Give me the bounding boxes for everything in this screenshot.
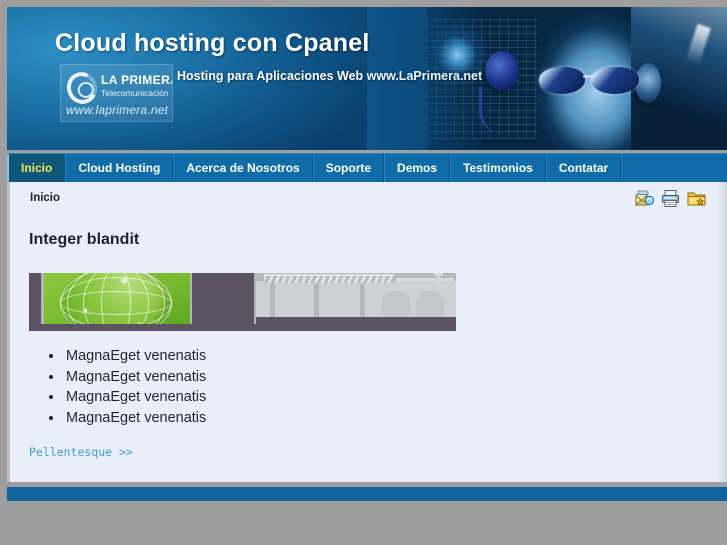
- nav-filler: [621, 154, 727, 182]
- nav-label: Inicio: [21, 161, 53, 175]
- industrial-column: [360, 283, 365, 317]
- banner-mid-panel: [192, 273, 254, 324]
- bookmark-folder-icon[interactable]: [686, 188, 707, 209]
- print-icon[interactable]: [660, 188, 681, 209]
- page-root: Cloud hosting con Cpanel Hosting para Ap…: [0, 0, 727, 545]
- read-more-link[interactable]: Pellentesque >>: [29, 445, 133, 459]
- globe-node: [122, 279, 126, 283]
- nav-item-contatar[interactable]: Contatar: [545, 154, 622, 182]
- nav-label: Demos: [397, 161, 438, 175]
- headset-left-icon: [485, 51, 519, 91]
- list-item: MagnaEget venenatis: [64, 346, 206, 367]
- industrial-tank: [416, 291, 444, 317]
- banner-bottom-bar: [29, 324, 456, 331]
- header-tagline: Hosting para Aplicaciones Web www.LaPrim…: [177, 69, 482, 83]
- banner-left-stripe: [29, 273, 41, 324]
- nav-item-inicio[interactable]: Inicio: [7, 154, 66, 182]
- industrial-rail: [396, 278, 454, 281]
- nav-item-demos[interactable]: Demos: [384, 154, 451, 182]
- industrial-tank: [382, 291, 410, 317]
- sunglasses-icon: [539, 65, 647, 99]
- nav-item-acerca-de-nosotros[interactable]: Acerca de Nosotros: [173, 154, 313, 182]
- list-item: MagnaEget venenatis: [64, 387, 206, 408]
- email-icon[interactable]: [634, 188, 655, 209]
- nav-label: Acerca de Nosotros: [186, 161, 300, 175]
- tagline-prefix: Hosting para Aplicaciones Web: [177, 69, 367, 83]
- industrial-base: [256, 317, 456, 324]
- lens-left: [539, 67, 585, 94]
- nav-label: Cloud Hosting: [78, 161, 161, 175]
- breadcrumb-bar: Inicio: [10, 182, 727, 216]
- industrial-column: [270, 283, 275, 317]
- nav-label: Contatar: [558, 161, 609, 175]
- header-title: Cloud hosting con Cpanel: [55, 29, 370, 57]
- nav-label: Soporte: [325, 161, 372, 175]
- nav-label: Testimonios: [463, 161, 533, 175]
- industrial-column: [314, 283, 319, 317]
- nav-item-soporte[interactable]: Soporte: [312, 154, 385, 182]
- breadcrumb: Inicio: [30, 192, 61, 204]
- brand-logo[interactable]: LA PRIMERA Telecomunicación www.laprimer…: [60, 64, 173, 122]
- tagline-highlight: www.LaPrimera.net: [366, 69, 483, 83]
- nav-item-testimonios[interactable]: Testimonios: [450, 154, 546, 182]
- logo-url: www.laprimera.net: [66, 103, 169, 117]
- page-title: Integer blandit: [29, 231, 140, 248]
- content-banner-image: [29, 273, 456, 331]
- banner-industrial-panel: [256, 273, 456, 324]
- industrial-post: [434, 273, 443, 285]
- globe-parallel: [60, 273, 172, 324]
- banner-green-panel: [44, 273, 190, 324]
- logo-tagline: Telecomunicación: [101, 88, 169, 98]
- list-item: MagnaEget venenatis: [64, 408, 206, 429]
- ring-logo-icon: [62, 68, 102, 108]
- content-panel: Inicio: [7, 182, 727, 482]
- page-tools: [634, 188, 707, 209]
- lens-right: [591, 67, 639, 94]
- site-header: Cloud hosting con Cpanel Hosting para Ap…: [7, 7, 727, 150]
- globe-node: [84, 309, 87, 312]
- main-navigation: Inicio Cloud Hosting Acerca de Nosotros …: [7, 153, 727, 182]
- logo-company-name: LA PRIMERA: [101, 73, 173, 87]
- list-item: MagnaEget venenatis: [64, 367, 206, 388]
- nav-item-cloud-hosting[interactable]: Cloud Hosting: [65, 154, 174, 182]
- feature-list: MagnaEget venenatis MagnaEget venenatis …: [48, 346, 206, 428]
- site-footer: [7, 487, 727, 501]
- wireframe-globe-icon: [60, 273, 172, 324]
- industrial-truss: [264, 274, 394, 283]
